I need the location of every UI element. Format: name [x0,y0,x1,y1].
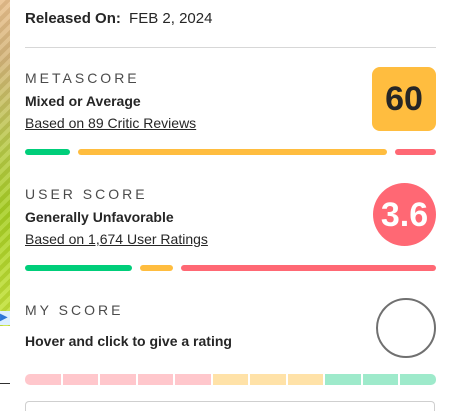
rating-option-7[interactable] [287,374,324,385]
user-ratings-link[interactable]: Based on 1,674 User Ratings [25,231,208,247]
rating-option-1[interactable] [62,374,99,385]
my-score-prompt: Hover and click to give a rating [25,333,232,349]
my-score-title: MY SCORE [25,302,124,318]
metascore-positive-segment [25,149,70,155]
user-score-mixed-segment [140,265,173,271]
my-score-input-circle[interactable] [376,298,436,358]
user-score-title: USER SCORE [25,186,148,202]
rating-option-6[interactable] [250,374,286,385]
release-date-label: Released On: [25,10,121,27]
rating-option-10[interactable] [400,374,437,385]
section-divider [25,47,436,48]
rating-option-3[interactable] [137,374,174,385]
user-score-negative-segment [181,265,436,271]
user-score-positive-segment [25,265,132,271]
rating-option-0[interactable] [25,374,61,385]
release-date-value: FEB 2, 2024 [129,10,213,27]
metascore-badge[interactable]: 60 [372,67,436,131]
rating-option-5[interactable] [212,374,249,385]
rating-scale[interactable] [25,374,437,385]
critic-reviews-link[interactable]: Based on 89 Critic Reviews [25,115,196,131]
metascore-mixed-segment [78,149,387,155]
rating-option-2[interactable] [100,374,136,385]
rating-option-9[interactable] [362,374,399,385]
metascore-title: METASCORE [25,70,140,86]
next-panel-edge [25,401,435,411]
release-date: Released On: FEB 2, 2024 [25,10,212,28]
rating-option-4[interactable] [175,374,211,385]
ad-choice-icon[interactable]: ▶ [0,311,10,325]
user-score-badge[interactable]: 3.6 [373,183,436,246]
rating-option-8[interactable] [325,374,361,385]
metascore-verdict: Mixed or Average [25,93,141,109]
user-score-verdict: Generally Unfavorable [25,209,174,225]
game-cover-image-strip[interactable] [0,0,10,326]
left-edge-rule [0,383,10,384]
score-panel: ▶ Released On: FEB 2, 2024 METASCORE Mix… [0,0,468,411]
metascore-negative-segment [395,149,436,155]
